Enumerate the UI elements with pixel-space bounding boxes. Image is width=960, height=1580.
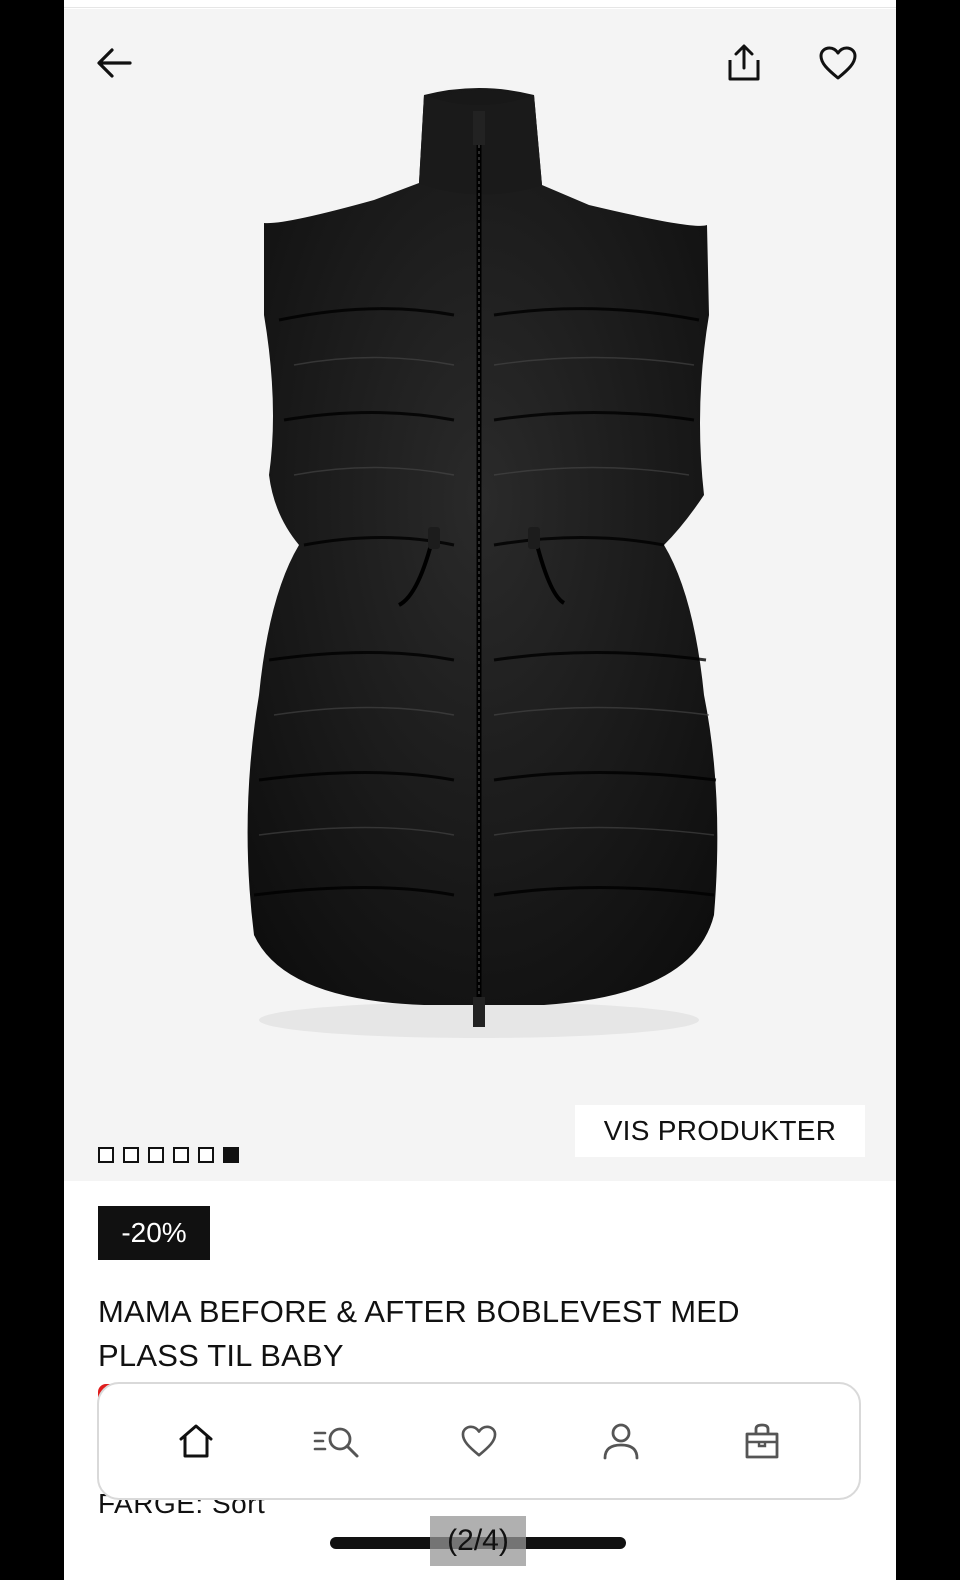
page-counter: (2/4) (430, 1516, 526, 1566)
share-icon (728, 44, 760, 81)
gallery-dot[interactable] (123, 1147, 139, 1163)
product-title-line1: MAMA BEFORE & AFTER BOBLEVEST MED (98, 1294, 740, 1329)
search-icon (314, 1427, 359, 1458)
product-title-line2: PLASS TIL BABY (98, 1338, 344, 1373)
nav-bag[interactable] (732, 1411, 792, 1471)
heart-icon (819, 46, 857, 80)
home-icon (179, 1424, 213, 1458)
back-button[interactable] (90, 39, 138, 87)
gallery-dot[interactable] (198, 1147, 214, 1163)
top-divider (64, 0, 896, 8)
product-image[interactable] (224, 75, 724, 1055)
account-icon (603, 1423, 638, 1460)
vis-produkter-button[interactable]: VIS PRODUKTER (575, 1105, 865, 1157)
wishlist-button[interactable] (814, 39, 862, 87)
heart-icon (461, 1425, 497, 1457)
gallery-dot[interactable] (98, 1147, 114, 1163)
nav-account[interactable] (591, 1411, 651, 1471)
product-page: VIS PRODUKTER -20% MAMA BEFORE & AFTER B… (64, 0, 896, 1580)
bottom-navigation (97, 1382, 861, 1500)
gallery-dot[interactable] (148, 1147, 164, 1163)
arrow-left-icon (97, 48, 132, 78)
discount-badge: -20% (98, 1206, 210, 1260)
bag-icon (745, 1423, 779, 1459)
gallery-dot-active[interactable] (223, 1147, 239, 1163)
gallery-dots (98, 1147, 239, 1163)
nav-favorites[interactable] (449, 1411, 509, 1471)
gallery-dot[interactable] (173, 1147, 189, 1163)
product-gallery[interactable]: VIS PRODUKTER (64, 9, 896, 1181)
product-title: MAMA BEFORE & AFTER BOBLEVEST MED PLASS … (98, 1290, 858, 1378)
share-button[interactable] (720, 39, 768, 87)
nav-search[interactable] (307, 1411, 367, 1471)
nav-home[interactable] (166, 1411, 226, 1471)
